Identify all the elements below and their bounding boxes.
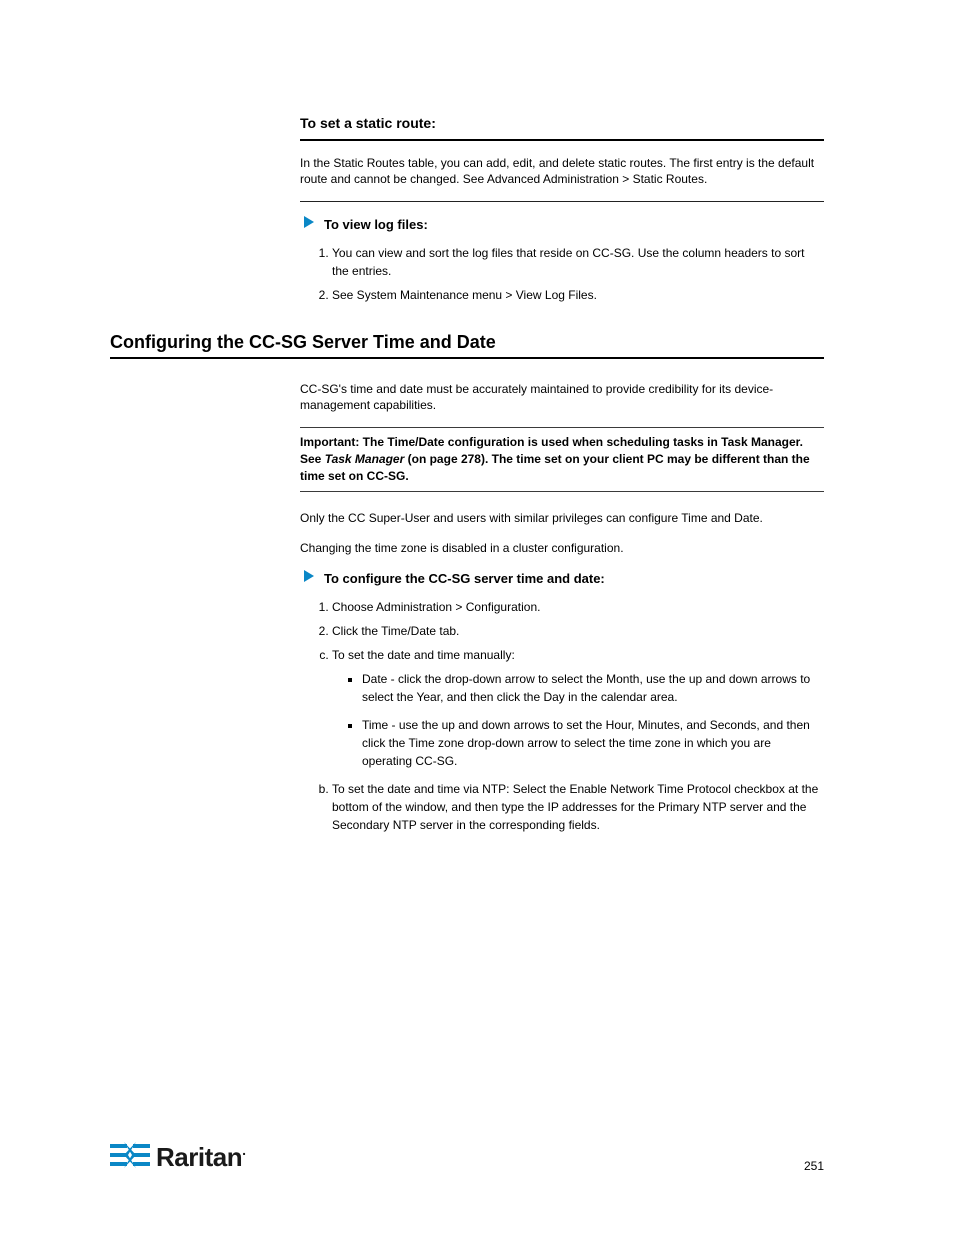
important-italic: Task Manager	[325, 452, 405, 466]
play-icon	[300, 216, 318, 228]
section-note2: Changing the time zone is disabled in a …	[300, 540, 824, 556]
rule-subsection-top	[300, 139, 824, 141]
list-item: Click the Time/Date tab.	[332, 622, 824, 640]
logo-icon	[110, 1142, 150, 1175]
play-icon	[300, 570, 318, 582]
list-item: To set the date and time via NTP: Select…	[332, 780, 824, 834]
proc-row-view-logs: To view log files:	[300, 216, 824, 234]
section-heading: Configuring the CC-SG Server Time and Da…	[110, 332, 824, 353]
section-intro: CC-SG's time and date must be accurately…	[300, 381, 824, 413]
logo-text: Raritan.	[156, 1142, 245, 1173]
subsection-static-route: To set a static route: In the Static Rou…	[300, 115, 824, 304]
list-item: Date - click the drop-down arrow to sele…	[362, 670, 824, 706]
rule-section-heading	[110, 357, 824, 359]
list-item: Time - use the up and down arrows to set…	[362, 716, 824, 770]
list-item: To set the date and time manually: Date …	[332, 646, 824, 770]
section-heading-block: Configuring the CC-SG Server Time and Da…	[110, 332, 824, 359]
step-b-label: To set the date and time via NTP: Select…	[332, 782, 818, 832]
list-item: Choose Administration > Configuration.	[332, 598, 824, 616]
list-item: You can view and sort the log files that…	[332, 244, 824, 280]
step-a-sublist: Date - click the drop-down arrow to sele…	[332, 670, 824, 770]
proc-label-configure-time: To configure the CC-SG server time and d…	[324, 570, 824, 588]
important-box: Important: The Time/Date configuration i…	[300, 427, 824, 491]
static-route-intro: In the Static Routes table, you can add,…	[300, 155, 824, 187]
rule-subsection-bottom	[300, 201, 824, 202]
list-item: See System Maintenance menu > View Log F…	[332, 286, 824, 304]
proc-row-configure-time: To configure the CC-SG server time and d…	[300, 570, 824, 588]
proc-label-view-logs: To view log files:	[324, 216, 824, 234]
step-a-label: To set the date and time manually:	[332, 648, 515, 662]
subsection-title-static-route: To set a static route:	[300, 115, 824, 131]
view-logs-steps: You can view and sort the log files that…	[300, 244, 824, 304]
page-number: 251	[804, 1159, 824, 1173]
section-body: CC-SG's time and date must be accurately…	[300, 381, 824, 834]
configure-time-steps: Choose Administration > Configuration. C…	[300, 598, 824, 834]
page-root: To set a static route: In the Static Rou…	[0, 0, 954, 1235]
section-note1: Only the CC Super-User and users with si…	[300, 510, 824, 526]
brand-logo: Raritan.	[110, 1142, 245, 1175]
